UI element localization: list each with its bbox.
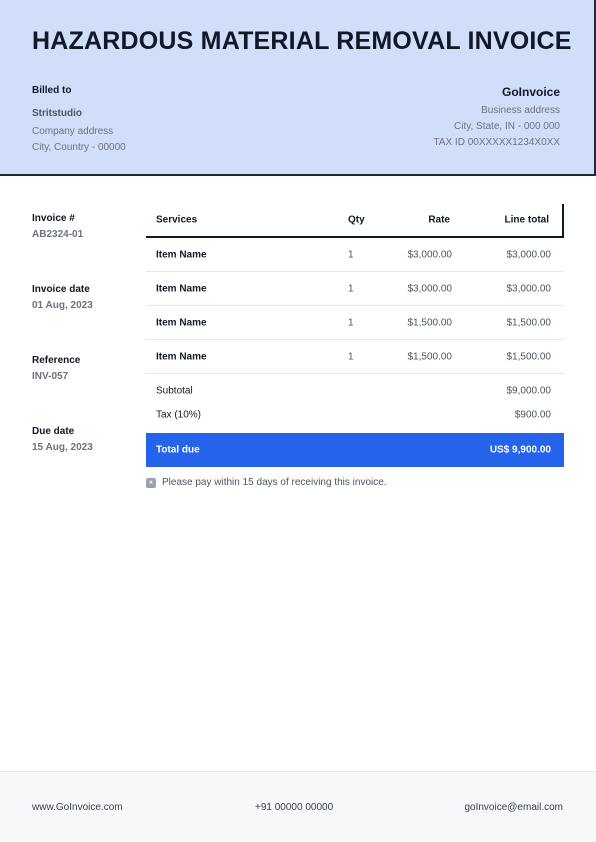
reference-block: Reference INV-057 — [32, 355, 142, 382]
table-row: Item Name 1 $3,000.00 $3,000.00 — [146, 272, 564, 306]
row-service: Item Name — [156, 283, 207, 294]
table-header: Services Qty Rate Line total — [146, 204, 564, 238]
reference-label: Reference — [32, 355, 81, 366]
tax-value: $900.00 — [514, 409, 551, 421]
row-rate: $3,000.00 — [407, 283, 453, 294]
row-line-total: $1,500.00 — [506, 317, 552, 328]
footer-email[interactable]: goInvoice@email.com — [464, 802, 563, 813]
header-qty: Qty — [348, 214, 365, 226]
invoice-date-value: 01 Aug, 2023 — [32, 300, 93, 311]
footer-website[interactable]: www.GoInvoice.com — [32, 802, 123, 813]
client-name: Stritstudio — [32, 108, 82, 119]
total-due-bar: Total due US$ 9,900.00 — [146, 433, 564, 467]
row-rate: $1,500.00 — [407, 317, 453, 328]
client-address: Company address — [32, 126, 114, 137]
row-qty: 1 — [348, 317, 354, 328]
row-rate: $1,500.00 — [407, 351, 453, 362]
business-city: City, State, IN - 000 000 — [454, 121, 560, 132]
business-tax-id: TAX ID 00XXXXX1234X0XX — [433, 137, 560, 148]
invoice-date-block: Invoice date 01 Aug, 2023 — [32, 284, 142, 311]
invoice-number-value: AB2324-01 — [32, 229, 84, 240]
invoice-header: HAZARDOUS MATERIAL REMOVAL INVOICE Bille… — [0, 0, 596, 176]
subtotal-value: $9,000.00 — [506, 385, 552, 397]
business-name: GoInvoice — [501, 85, 560, 99]
row-line-total: $3,000.00 — [506, 283, 552, 294]
tax-row: Tax (10%) $900.00 — [146, 403, 564, 427]
total-due-label: Total due — [156, 444, 200, 456]
header-services: Services — [156, 214, 198, 226]
invoice-date-label: Invoice date — [32, 284, 90, 295]
row-service: Item Name — [156, 249, 207, 260]
table-row: Item Name 1 $1,500.00 $1,500.00 — [146, 340, 564, 374]
row-qty: 1 — [348, 283, 354, 294]
table-row: Item Name 1 $1,500.00 $1,500.00 — [146, 306, 564, 340]
tax-label: Tax (10%) — [156, 409, 202, 421]
row-line-total: $1,500.00 — [506, 351, 552, 362]
payment-note: « Please pay within 15 days of receiving… — [146, 477, 387, 488]
invoice-number-label: Invoice # — [32, 213, 75, 224]
business-block: GoInvoice Business address City, State, … — [433, 85, 560, 148]
business-address: Business address — [481, 105, 560, 116]
row-service: Item Name — [156, 317, 207, 328]
billed-to-block: Billed to Stritstudio Company address Ci… — [32, 85, 126, 153]
row-qty: 1 — [348, 249, 354, 260]
payment-note-text: Please pay within 15 days of receiving t… — [162, 477, 387, 488]
reference-value: INV-057 — [32, 371, 69, 382]
due-date-block: Due date 15 Aug, 2023 — [32, 426, 142, 453]
invoice-number-block: Invoice # AB2324-01 — [32, 213, 142, 240]
row-qty: 1 — [348, 351, 354, 362]
row-service: Item Name — [156, 351, 207, 362]
line-items-table: Services Qty Rate Line total Item Name 1… — [146, 204, 564, 467]
client-city: City, Country - 00000 — [32, 142, 126, 153]
footer-phone[interactable]: +91 00000 00000 — [255, 802, 333, 813]
note-icon: « — [146, 477, 156, 488]
invoice-title: HAZARDOUS MATERIAL REMOVAL INVOICE — [32, 27, 572, 55]
due-date-label: Due date — [32, 426, 75, 437]
invoice-footer: www.GoInvoice.com +91 00000 00000 goInvo… — [0, 771, 596, 842]
subtotal-label: Subtotal — [156, 385, 193, 397]
header-rate: Rate — [428, 214, 450, 226]
table-row: Item Name 1 $3,000.00 $3,000.00 — [146, 238, 564, 272]
due-date-value: 15 Aug, 2023 — [32, 442, 93, 453]
subtotal-row: Subtotal $9,000.00 — [146, 379, 564, 403]
header-line-total: Line total — [504, 214, 549, 226]
row-rate: $3,000.00 — [407, 249, 453, 260]
row-line-total: $3,000.00 — [506, 249, 552, 260]
total-due-value: US$ 9,900.00 — [489, 444, 551, 456]
billed-to-label: Billed to — [32, 85, 72, 96]
